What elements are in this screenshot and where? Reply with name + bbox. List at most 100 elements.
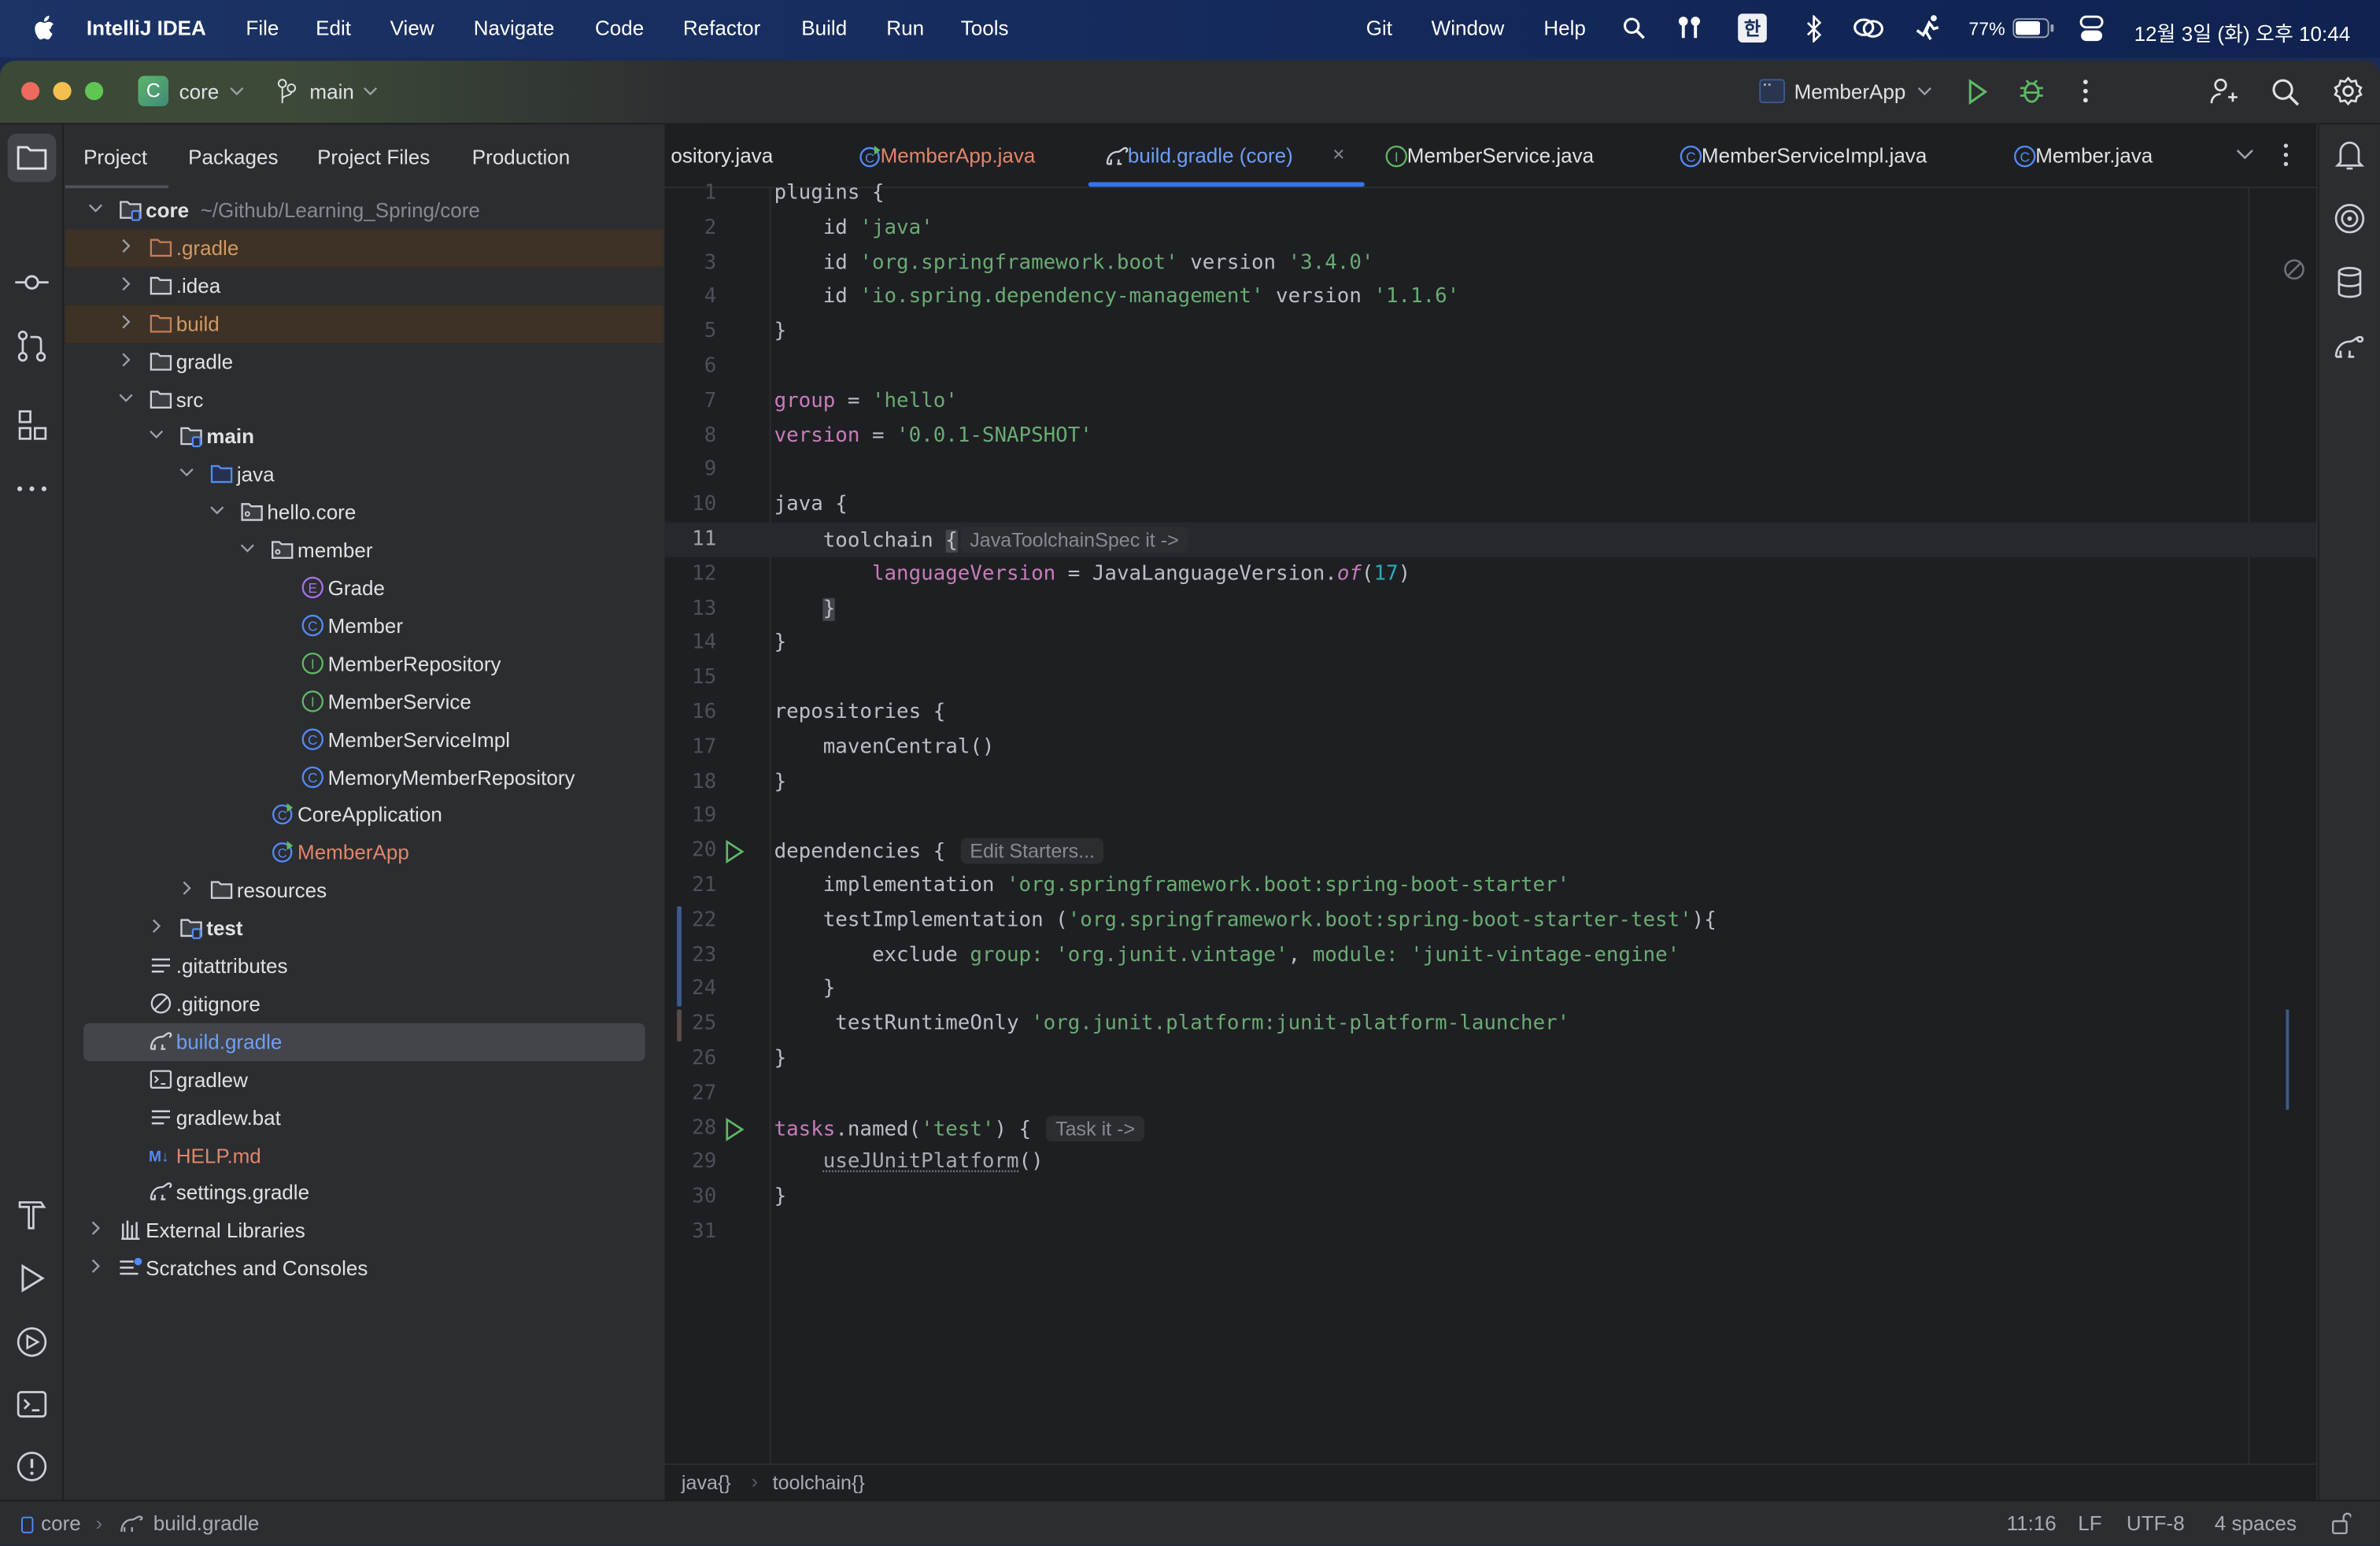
chevron-right-icon[interactable] — [116, 311, 137, 332]
structure-icon[interactable] — [13, 407, 50, 443]
chevron-right-icon[interactable] — [176, 878, 198, 899]
tree-item-hello-core[interactable]: hello.core — [65, 494, 663, 531]
close-tab-icon[interactable]: × — [1332, 142, 1344, 165]
tree-item-core[interactable]: core ~/Github/Learning_Spring/core — [65, 191, 663, 229]
menu-file[interactable]: File — [246, 17, 279, 39]
app-menu[interactable]: IntelliJ IDEA — [87, 17, 206, 39]
screen-mirroring-icon[interactable] — [1852, 17, 1885, 39]
tree-item-settings-gradle[interactable]: settings.gradle — [65, 1174, 663, 1212]
chevron-down-icon[interactable] — [229, 85, 244, 97]
tree-item-memberservice[interactable]: I MemberService — [65, 682, 663, 720]
chevron-down-icon[interactable] — [116, 386, 137, 408]
ai-assistant-icon[interactable] — [2331, 201, 2367, 237]
code-line[interactable]: tasks.named('test') { Task it -> — [774, 1115, 1144, 1141]
tree-item-member[interactable]: C Member — [65, 607, 663, 645]
more-actions-icon[interactable] — [2081, 77, 2090, 105]
chevron-down-icon[interactable] — [85, 198, 106, 219]
tree-item-memberrepository[interactable]: I MemberRepository — [65, 645, 663, 682]
airpods-icon[interactable] — [1676, 15, 1703, 41]
database-icon[interactable] — [2331, 264, 2367, 301]
more-tool-windows-icon[interactable] — [13, 471, 50, 507]
chevron-down-icon[interactable] — [146, 424, 167, 446]
tree-item-gradle[interactable]: .gradle — [65, 229, 663, 268]
code-line[interactable]: testRuntimeOnly 'org.junit.platform:juni… — [774, 1013, 1569, 1036]
code-line[interactable]: testImplementation ('org.springframework… — [774, 909, 1717, 932]
caret-position[interactable]: 11:16 — [2007, 1512, 2057, 1535]
status-path-file[interactable]: build.gradle — [153, 1512, 260, 1535]
settings-gear-icon[interactable] — [2333, 76, 2363, 106]
code-line[interactable]: } — [774, 632, 787, 655]
code-line[interactable]: toolchain {JavaToolchainSpec it -> — [774, 527, 1188, 553]
tree-item-gradle[interactable]: gradle — [65, 342, 663, 380]
tree-item-scratches-and-consoles[interactable]: Scratches and Consoles — [65, 1250, 663, 1288]
chevron-right-icon[interactable] — [85, 1256, 106, 1277]
activity-runner-icon[interactable] — [1914, 13, 1942, 44]
tab-project[interactable]: Project — [83, 146, 147, 168]
code-line[interactable]: group = 'hello' — [774, 390, 958, 412]
spotlight-search-icon[interactable] — [1623, 17, 1646, 39]
menu-refactor[interactable]: Refactor — [683, 17, 760, 39]
input-method-indicator[interactable]: 한 — [1738, 13, 1767, 43]
tab-project-files[interactable]: Project Files — [317, 146, 430, 168]
project-tool-button[interactable] — [7, 133, 57, 183]
gradle-tool-icon[interactable] — [2331, 328, 2367, 364]
tab-more-icon[interactable] — [2282, 142, 2291, 167]
code-line[interactable]: languageVersion = JavaLanguageVersion.of… — [774, 563, 1410, 586]
battery-icon[interactable] — [2012, 18, 2055, 39]
menu-view[interactable]: View — [390, 17, 434, 39]
tree-item-gitignore[interactable]: .gitignore — [65, 985, 663, 1023]
project-badge[interactable]: C — [138, 76, 169, 106]
menu-tools[interactable]: Tools — [961, 17, 1009, 39]
inlay-hint[interactable]: Edit Starters... — [960, 838, 1104, 864]
breadcrumb-toolchain[interactable]: toolchain{} — [773, 1471, 865, 1494]
menu-window[interactable]: Window — [1432, 17, 1505, 39]
chevron-down-icon[interactable] — [206, 500, 227, 521]
gutter-run-icon[interactable] — [724, 840, 745, 864]
menu-run[interactable]: Run — [886, 17, 924, 39]
menu-code[interactable]: Code — [595, 17, 644, 39]
inlay-hint[interactable]: JavaToolchainSpec it -> — [960, 527, 1188, 553]
code-line[interactable]: exclude group: 'org.junit.vintage', modu… — [774, 944, 1680, 967]
tree-item-gradlew[interactable]: gradlew — [65, 1060, 663, 1098]
code-line[interactable]: id 'io.spring.dependency-management' ver… — [774, 286, 1460, 309]
tree-item-memberserviceimpl[interactable]: C MemberServiceImpl — [65, 720, 663, 758]
branch-selector[interactable]: main — [309, 80, 353, 103]
run-tool-icon[interactable] — [13, 1260, 50, 1296]
commit-icon[interactable] — [13, 264, 50, 301]
code-line[interactable]: } — [774, 597, 836, 621]
menubar-clock[interactable]: 12월 3일 (화) 오후 10:44 — [2134, 17, 2351, 47]
tab-packages[interactable]: Packages — [188, 146, 278, 168]
indent-setting[interactable]: 4 spaces — [2215, 1512, 2297, 1535]
tree-item-build[interactable]: build — [65, 305, 663, 343]
chevron-down-icon[interactable] — [2236, 149, 2254, 161]
code-line[interactable]: } — [774, 1186, 787, 1209]
tree-item-grade[interactable]: E Grade — [65, 569, 663, 607]
tree-item-memberapp[interactable]: C MemberApp — [65, 834, 663, 871]
tree-item-resources[interactable]: resources — [65, 871, 663, 909]
breadcrumb-java[interactable]: java{} — [682, 1471, 731, 1494]
gutter-run-icon[interactable] — [724, 1117, 745, 1141]
menu-navigate[interactable]: Navigate — [474, 17, 555, 39]
code-line[interactable]: java { — [774, 494, 848, 516]
problems-icon[interactable] — [13, 1448, 50, 1485]
project-selector[interactable]: core — [179, 80, 220, 103]
tree-item-build-gradle[interactable]: build.gradle — [83, 1023, 645, 1061]
status-path-core[interactable]: core — [41, 1512, 81, 1535]
tree-item-src[interactable]: src — [65, 380, 663, 418]
search-everywhere-icon[interactable] — [2271, 77, 2300, 106]
run-icon[interactable] — [1967, 79, 1988, 105]
inlay-hint[interactable]: Task it -> — [1046, 1115, 1144, 1141]
chevron-right-icon[interactable] — [116, 235, 137, 257]
build-hammer-icon[interactable] — [13, 1196, 50, 1233]
code-line[interactable]: } — [774, 771, 787, 793]
chevron-right-icon[interactable] — [85, 1218, 106, 1239]
apple-icon[interactable] — [33, 15, 54, 41]
tree-item-main[interactable]: main — [65, 418, 663, 456]
tree-item-memorymemberrepository[interactable]: C MemoryMemberRepository — [65, 758, 663, 796]
chevron-down-icon[interactable] — [237, 538, 258, 559]
tree-item-idea[interactable]: .idea — [65, 267, 663, 305]
tree-item-member[interactable]: member — [65, 531, 663, 569]
tree-item-gitattributes[interactable]: .gitattributes — [65, 947, 663, 985]
chevron-down-icon[interactable] — [1917, 85, 1932, 97]
tree-item-java[interactable]: java — [65, 456, 663, 494]
